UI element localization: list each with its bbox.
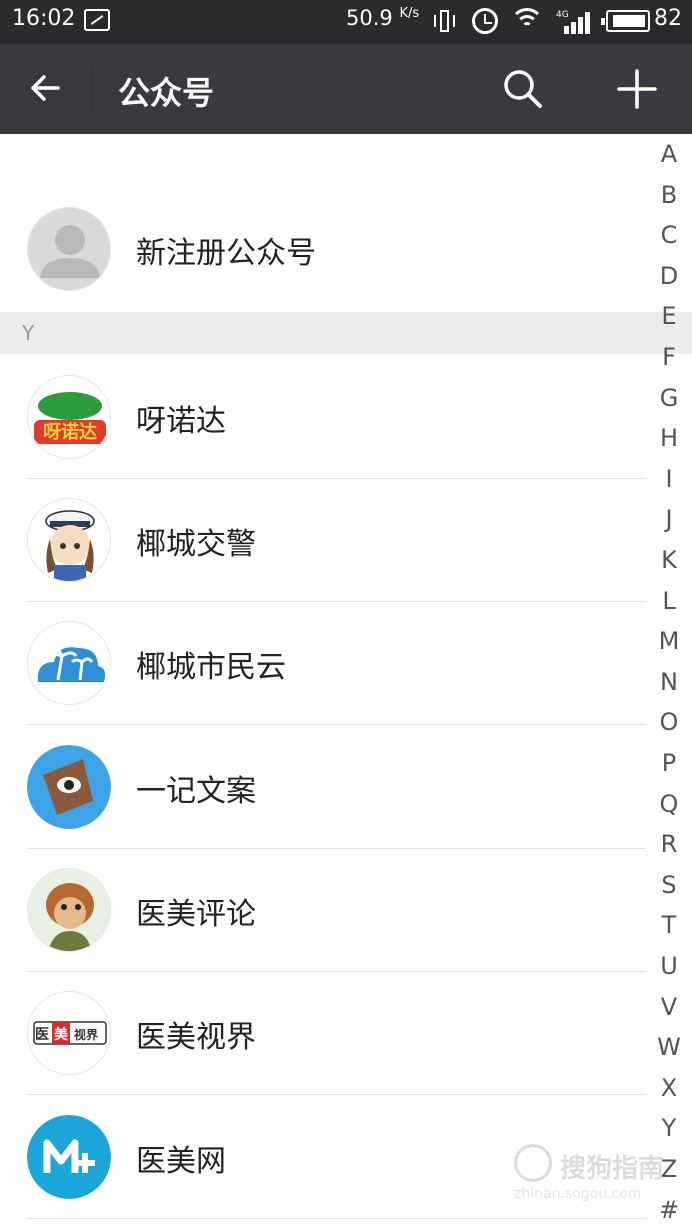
wifi-icon xyxy=(510,8,544,34)
status-bar: 16:02 50.9 K/s 4G 82 xyxy=(0,0,692,44)
back-arrow-icon[interactable] xyxy=(24,66,68,110)
index-letter[interactable]: E xyxy=(646,302,692,330)
index-letter[interactable]: V xyxy=(646,993,692,1021)
default-person-icon xyxy=(27,207,111,291)
eye-peek-logo xyxy=(27,745,111,829)
index-letter[interactable]: L xyxy=(646,587,692,615)
index-letter[interactable]: W xyxy=(646,1033,692,1061)
list-item[interactable]: 新注册公众号 xyxy=(0,188,646,312)
list-item[interactable]: 一记文案 xyxy=(0,726,646,849)
list-item-name: 医美视界 xyxy=(136,1020,256,1055)
list-item-name: 呀诺达 xyxy=(136,404,226,439)
index-letter[interactable]: G xyxy=(646,384,692,412)
list-item[interactable]: 呀诺达 呀诺达 xyxy=(0,356,646,479)
row-separator xyxy=(27,724,646,725)
row-separator xyxy=(27,1218,646,1219)
sogou-logo-icon xyxy=(514,1144,552,1182)
row-separator xyxy=(27,186,646,187)
section-header: Y xyxy=(0,312,692,354)
alarm-icon xyxy=(472,8,498,34)
index-letter[interactable]: U xyxy=(646,952,692,980)
index-letter[interactable]: C xyxy=(646,221,692,249)
network-speed-unit: K/s xyxy=(399,6,420,21)
battery-icon xyxy=(601,10,650,32)
svg-text:医: 医 xyxy=(35,1027,49,1043)
index-letter[interactable]: M xyxy=(646,627,692,655)
index-letter[interactable]: T xyxy=(646,911,692,939)
image-notification-icon xyxy=(84,9,110,31)
index-letter[interactable]: Y xyxy=(646,1114,692,1142)
palm-cloud-logo xyxy=(27,621,111,705)
network-speed: 50.9 K/s xyxy=(346,6,419,30)
m-plus-logo xyxy=(27,1115,111,1199)
yanoda-logo: 呀诺达 xyxy=(27,375,111,459)
index-letter[interactable]: F xyxy=(646,343,692,371)
list-item[interactable]: 医 美 视界 医美视界 xyxy=(0,972,646,1095)
row-separator xyxy=(27,1094,646,1095)
index-letter[interactable]: Q xyxy=(646,790,692,818)
index-letter[interactable]: J xyxy=(646,505,692,533)
watermark-text: 搜狗指南 xyxy=(560,1154,665,1184)
index-letter[interactable]: N xyxy=(646,668,692,696)
svg-text:视界: 视界 xyxy=(74,1027,98,1042)
network-speed-value: 50.9 xyxy=(346,6,393,30)
index-letter[interactable]: B xyxy=(646,181,692,209)
index-letter[interactable]: A xyxy=(646,140,692,168)
index-letter[interactable]: R xyxy=(646,830,692,858)
section-letter: Y xyxy=(22,321,35,345)
sogou-watermark: 搜狗指南 zhinan.sogou.com xyxy=(514,1142,684,1208)
svg-text:美: 美 xyxy=(54,1026,69,1043)
index-letter[interactable]: P xyxy=(646,749,692,777)
list-item[interactable]: 椰城市民云 xyxy=(0,602,646,725)
alphabet-index-bar[interactable]: A B C D E F G H I J K L M N O P Q R S T U V W X Y Z # xyxy=(646,134,692,1230)
index-letter[interactable]: D xyxy=(646,262,692,290)
list-item-name: 一记文案 xyxy=(136,774,256,809)
index-letter[interactable]: I xyxy=(646,465,692,493)
list-item-name: 新注册公众号 xyxy=(136,236,316,271)
watermark-url: zhinan.sogou.com xyxy=(514,1186,642,1202)
battery-percent: 82 xyxy=(654,6,682,31)
page-title: 公众号 xyxy=(118,74,215,112)
toolbar-divider xyxy=(92,66,93,112)
search-icon[interactable] xyxy=(500,66,546,112)
list-item[interactable]: 椰城交警 xyxy=(0,479,646,602)
status-time: 16:02 xyxy=(12,6,76,31)
list-item-name: 椰城市民云 xyxy=(136,650,286,685)
signal-icon xyxy=(556,12,590,34)
monkey-avatar xyxy=(27,868,111,952)
add-icon[interactable] xyxy=(614,66,660,112)
list-item-name: 医美网 xyxy=(136,1144,226,1179)
police-cartoon-avatar xyxy=(27,498,111,582)
index-letter[interactable]: O xyxy=(646,708,692,736)
yimei-shijie-logo: 医 美 视界 xyxy=(27,991,111,1075)
list-item[interactable]: 医美评论 xyxy=(0,849,646,972)
app-toolbar: 公众号 xyxy=(0,44,692,134)
index-letter[interactable]: K xyxy=(646,546,692,574)
list-item-name: 椰城交警 xyxy=(136,527,256,562)
index-letter[interactable]: H xyxy=(646,424,692,452)
svg-text:呀诺达: 呀诺达 xyxy=(43,421,97,443)
index-letter[interactable]: S xyxy=(646,871,692,899)
list-item-name: 医美评论 xyxy=(136,897,256,932)
vibrate-icon xyxy=(434,10,455,32)
index-letter[interactable]: X xyxy=(646,1074,692,1102)
